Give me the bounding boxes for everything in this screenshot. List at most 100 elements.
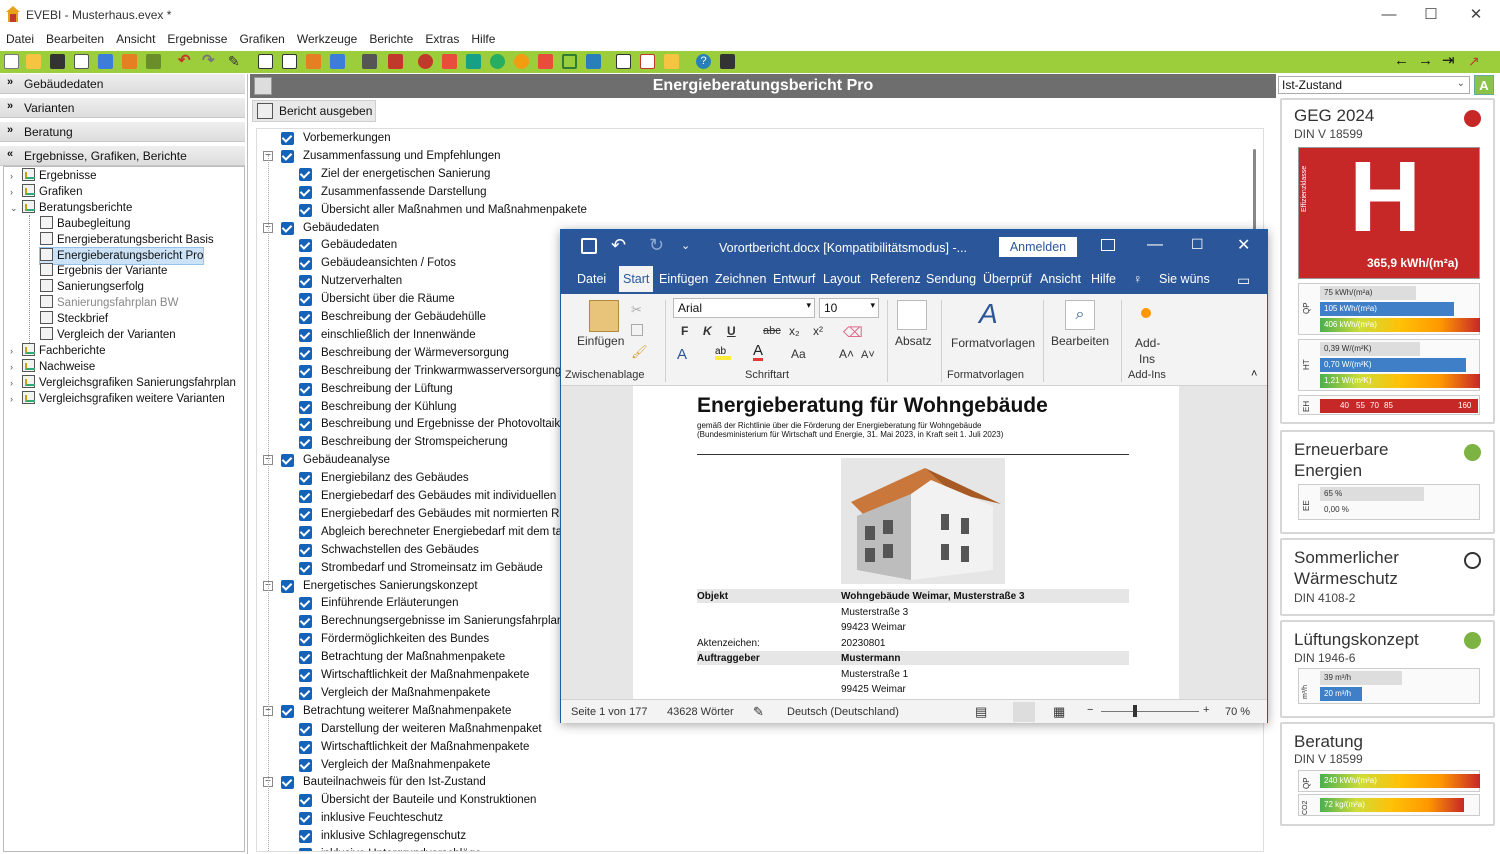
print-layout-icon[interactable]	[1013, 702, 1035, 722]
addins-label-2[interactable]: Ins	[1139, 352, 1155, 366]
chapter-item[interactable]: inklusive Schlagregenschutz	[257, 827, 1257, 845]
globe-icon[interactable]	[490, 54, 505, 69]
signin-button[interactable]: Anmelden	[999, 237, 1077, 257]
collapse-ribbon-icon[interactable]: ˄	[1251, 368, 1257, 380]
checkbox[interactable]	[299, 167, 312, 181]
tree-item[interactable]: Sanierungserfolg	[40, 279, 144, 295]
text-effect-icon[interactable]: A	[677, 346, 687, 363]
strikethrough-button[interactable]: abc	[763, 325, 781, 337]
tree-item[interactable]: › Vergleichsgrafiken Sanierungsfahrplan	[10, 374, 236, 391]
checkbox[interactable]	[281, 776, 294, 790]
chapter-item[interactable]: Wirtschaftlichkeit der Maßnahmenpakete	[257, 738, 1257, 756]
paragraph-icon[interactable]	[897, 300, 927, 330]
water-icon[interactable]	[466, 54, 481, 69]
tab-datei[interactable]: Datei	[577, 272, 606, 286]
checkbox[interactable]	[299, 239, 312, 253]
summer-heat-card[interactable]: Sommerlicher Wärmeschutz DIN 4108-2	[1280, 538, 1495, 616]
word-minimize-button[interactable]: —	[1147, 236, 1163, 254]
paste-button[interactable]: Einfügen	[577, 334, 624, 348]
checkbox[interactable]	[281, 149, 294, 163]
tree-item[interactable]: Ergebnis der Variante	[40, 263, 167, 279]
document-page[interactable]: Energieberatung für Wohngebäude gemäß de…	[633, 386, 1179, 699]
bold-button[interactable]: F	[681, 324, 688, 338]
forward-arrow-icon[interactable]: →	[1418, 53, 1433, 69]
checkbox[interactable]	[281, 704, 294, 718]
redo-icon[interactable]: ↻	[649, 235, 664, 256]
zoom-slider[interactable]	[1101, 711, 1199, 712]
italic-button[interactable]: K	[703, 324, 712, 338]
checkbox[interactable]	[299, 740, 312, 754]
web-layout-icon[interactable]: ▦	[1053, 704, 1065, 720]
checkbox[interactable]	[299, 257, 312, 271]
renewables-card[interactable]: Erneuerbare Energien EE 65 % 0,00 %	[1280, 430, 1495, 534]
tab-zeichnen[interactable]: Zeichnen	[715, 272, 766, 286]
tree-item[interactable]: Steckbrief	[40, 311, 108, 327]
pdf-icon[interactable]	[640, 54, 655, 69]
checkbox[interactable]	[281, 454, 294, 468]
tree-expander-icon[interactable]: ›	[10, 375, 13, 391]
checkbox[interactable]	[299, 293, 312, 307]
maximize-button[interactable]: ☐	[1420, 4, 1442, 26]
menu-berichte[interactable]: Berichte	[363, 30, 419, 46]
open-icon[interactable]	[26, 54, 41, 69]
exit-icon[interactable]: ⇥	[1442, 53, 1457, 69]
checkbox[interactable]	[299, 400, 312, 414]
tree-item[interactable]: Baubegleitung	[40, 215, 131, 232]
word-count[interactable]: 43628 Wörter	[667, 706, 734, 718]
tree-item[interactable]: Energieberatungsbericht Basis	[40, 231, 214, 248]
tab-ansicht[interactable]: Ansicht	[1040, 272, 1081, 286]
language[interactable]: Deutsch (Deutschland)	[787, 706, 899, 718]
flash-icon[interactable]	[538, 54, 553, 69]
menu-werkzeuge[interactable]: Werkzeuge	[291, 30, 363, 46]
checkbox[interactable]	[299, 490, 312, 503]
tree-item[interactable]: Energieberatungsbericht Pro	[38, 246, 205, 265]
tab-hilfe[interactable]: Hilfe	[1091, 272, 1116, 286]
grow-font-button[interactable]: A˄	[839, 347, 854, 361]
tab-sendung[interactable]: Sendung	[926, 272, 976, 286]
menu-datei[interactable]: Datei	[0, 30, 40, 46]
tree-item[interactable]: › Grafiken	[10, 183, 82, 200]
menu-grafiken[interactable]: Grafiken	[233, 30, 290, 46]
document-icon[interactable]	[616, 54, 631, 69]
tree-item[interactable]: › Nachweise	[10, 358, 95, 375]
tree-item[interactable]: ⌄ Beratungsberichte	[10, 199, 132, 216]
checkbox[interactable]	[299, 543, 312, 557]
font-name-input[interactable]: Arial ▾	[673, 298, 815, 318]
copy-icon[interactable]	[631, 324, 643, 336]
list-icon[interactable]	[388, 54, 403, 69]
font-color-icon[interactable]: A	[753, 343, 764, 361]
checkbox[interactable]	[299, 561, 312, 575]
checkbox[interactable]	[299, 436, 312, 450]
change-case-button[interactable]: Aa	[791, 347, 806, 361]
undo-icon[interactable]: ↶	[178, 53, 193, 69]
copy-icon[interactable]	[74, 54, 89, 69]
checkbox[interactable]	[299, 597, 312, 611]
tree-expander-icon[interactable]: ›	[10, 184, 13, 200]
checkbox[interactable]	[281, 579, 294, 593]
zoom-slider-handle[interactable]	[1133, 705, 1137, 717]
chapter-item[interactable]: Zusammenfassende Darstellung	[257, 183, 1257, 201]
close-button[interactable]: ✕	[1465, 4, 1487, 26]
tree-expander-icon[interactable]: ›	[10, 343, 13, 359]
tree-item[interactable]: › Vergleichsgrafiken weitere Varianten	[10, 390, 225, 407]
addins-label-1[interactable]: Add-	[1135, 336, 1160, 350]
chapter-item[interactable]: inklusive Feuchteschutz	[257, 809, 1257, 827]
tree-item[interactable]: › Fachberichte	[10, 342, 105, 359]
checkbox[interactable]	[299, 722, 312, 736]
tell-me-box[interactable]: Sie wüns	[1159, 272, 1210, 286]
heat-icon[interactable]	[442, 54, 457, 69]
sigma-icon[interactable]	[330, 54, 345, 69]
export-icon[interactable]	[122, 54, 137, 69]
checkbox[interactable]	[299, 848, 312, 851]
ribbon-display-icon[interactable]	[1101, 239, 1115, 251]
scissors-icon[interactable]: ✂	[631, 302, 642, 318]
proofing-icon[interactable]: ✎	[753, 704, 764, 720]
section-varianten[interactable]: » Varianten	[0, 98, 245, 118]
checkbox[interactable]	[299, 794, 312, 808]
checkbox[interactable]	[299, 758, 312, 772]
tree-icon[interactable]	[362, 54, 377, 69]
solar-icon[interactable]	[586, 54, 601, 69]
chapter-item[interactable]: inklusive Untergrundvorschläge	[257, 845, 1257, 851]
checkbox[interactable]	[299, 633, 312, 647]
import-icon[interactable]	[98, 54, 113, 69]
